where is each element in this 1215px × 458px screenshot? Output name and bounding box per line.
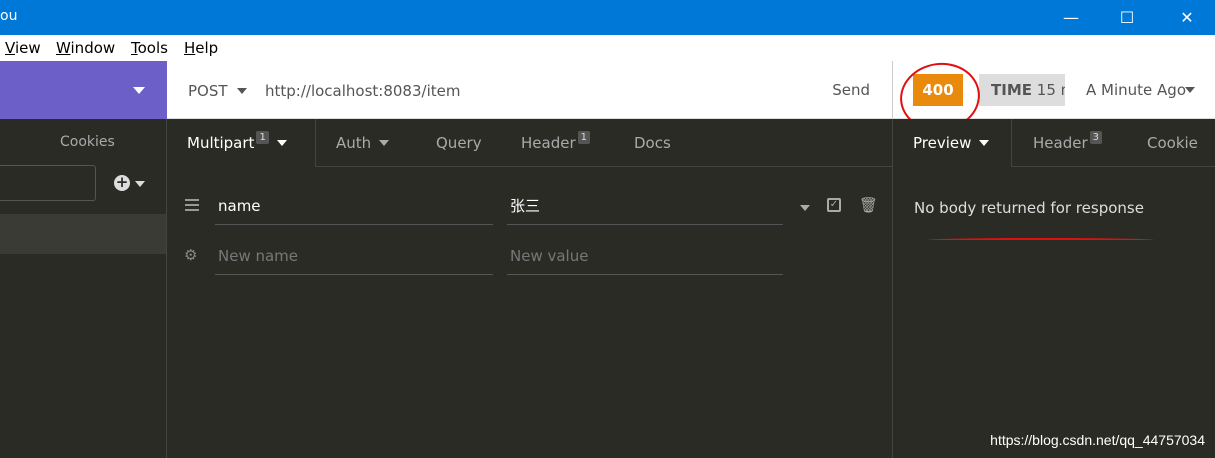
chevron-down-icon	[979, 140, 990, 146]
menu-help[interactable]: Help	[184, 39, 218, 57]
drag-handle-icon[interactable]	[185, 199, 199, 214]
time-badge: TIME 15 m	[979, 74, 1065, 106]
tab-auth[interactable]: Auth	[336, 119, 390, 167]
count-badge: 3	[1089, 131, 1102, 144]
tab-docs[interactable]: Docs	[634, 119, 671, 167]
empty-response-message: No body returned for response	[914, 199, 1144, 217]
chevron-down-icon[interactable]	[1185, 87, 1195, 93]
request-tabs: Multipart 1 Auth Query Header 1 Docs	[167, 119, 892, 167]
checkbox-icon[interactable]: ✓	[827, 198, 841, 212]
gear-icon[interactable]: ⚙	[184, 246, 197, 264]
param-name-field[interactable]: name	[215, 187, 493, 225]
method-select[interactable]: POST	[188, 82, 228, 100]
filter-input[interactable]	[0, 165, 96, 201]
chevron-down-icon	[379, 140, 390, 146]
watermark: https://blog.csdn.net/qq_44757034	[990, 432, 1205, 448]
menu-bar: View Window Tools Help	[0, 35, 1215, 61]
tab-preview[interactable]: Preview	[893, 119, 1012, 167]
request-body: name 张三 ✓ 🗑 ⚙ New name New value	[167, 167, 892, 458]
count-badge: 1	[577, 131, 590, 144]
cookies-link[interactable]: Cookies	[60, 134, 115, 150]
chevron-down-icon[interactable]	[135, 181, 145, 187]
window-titlebar: ou — ☐ ✕	[0, 0, 1215, 35]
response-meta-bar: 400 TIME 15 m A Minute Ago	[892, 61, 1215, 119]
menu-view[interactable]: View	[5, 39, 41, 57]
minimize-button[interactable]: —	[1044, 0, 1098, 35]
trash-icon[interactable]: 🗑	[859, 196, 878, 214]
workspace-dropdown[interactable]	[0, 61, 167, 119]
chevron-down-icon[interactable]	[237, 88, 247, 94]
count-badge: 1	[256, 131, 269, 144]
menu-window[interactable]: Window	[56, 39, 115, 57]
response-body: No body returned for response	[892, 167, 1215, 458]
maximize-button[interactable]: ☐	[1100, 0, 1154, 35]
menu-tools[interactable]: Tools	[131, 39, 168, 57]
param-row-new: ⚙ New name New value	[167, 237, 892, 277]
url-bar: POST http://localhost:8083/item Send	[167, 61, 892, 119]
window-title: ou	[0, 8, 18, 24]
tab-multipart[interactable]: Multipart 1	[167, 119, 316, 167]
url-input[interactable]: http://localhost:8083/item	[265, 82, 460, 100]
send-button[interactable]: Send	[832, 81, 870, 99]
tab-response-header[interactable]: Header 3	[1033, 119, 1102, 167]
sidebar-item-active[interactable]	[0, 214, 166, 254]
chevron-down-icon	[133, 87, 145, 94]
new-value-field[interactable]: New value	[507, 237, 783, 275]
tab-cookie[interactable]: Cookie	[1147, 119, 1198, 167]
response-tabs: Preview Header 3 Cookie	[892, 119, 1215, 167]
param-row: name 张三 ✓ 🗑	[167, 187, 892, 227]
sidebar: Cookies +	[0, 119, 167, 458]
plus-icon[interactable]: +	[114, 175, 130, 191]
history-dropdown[interactable]: A Minute Ago	[1086, 81, 1186, 99]
tab-query[interactable]: Query	[436, 119, 482, 167]
chevron-down-icon[interactable]	[800, 205, 810, 211]
new-name-field[interactable]: New name	[215, 237, 493, 275]
tab-header[interactable]: Header 1	[521, 119, 590, 167]
close-button[interactable]: ✕	[1160, 0, 1214, 35]
param-value-field[interactable]: 张三	[507, 187, 783, 225]
chevron-down-icon	[276, 140, 287, 146]
status-badge: 400	[913, 74, 963, 106]
